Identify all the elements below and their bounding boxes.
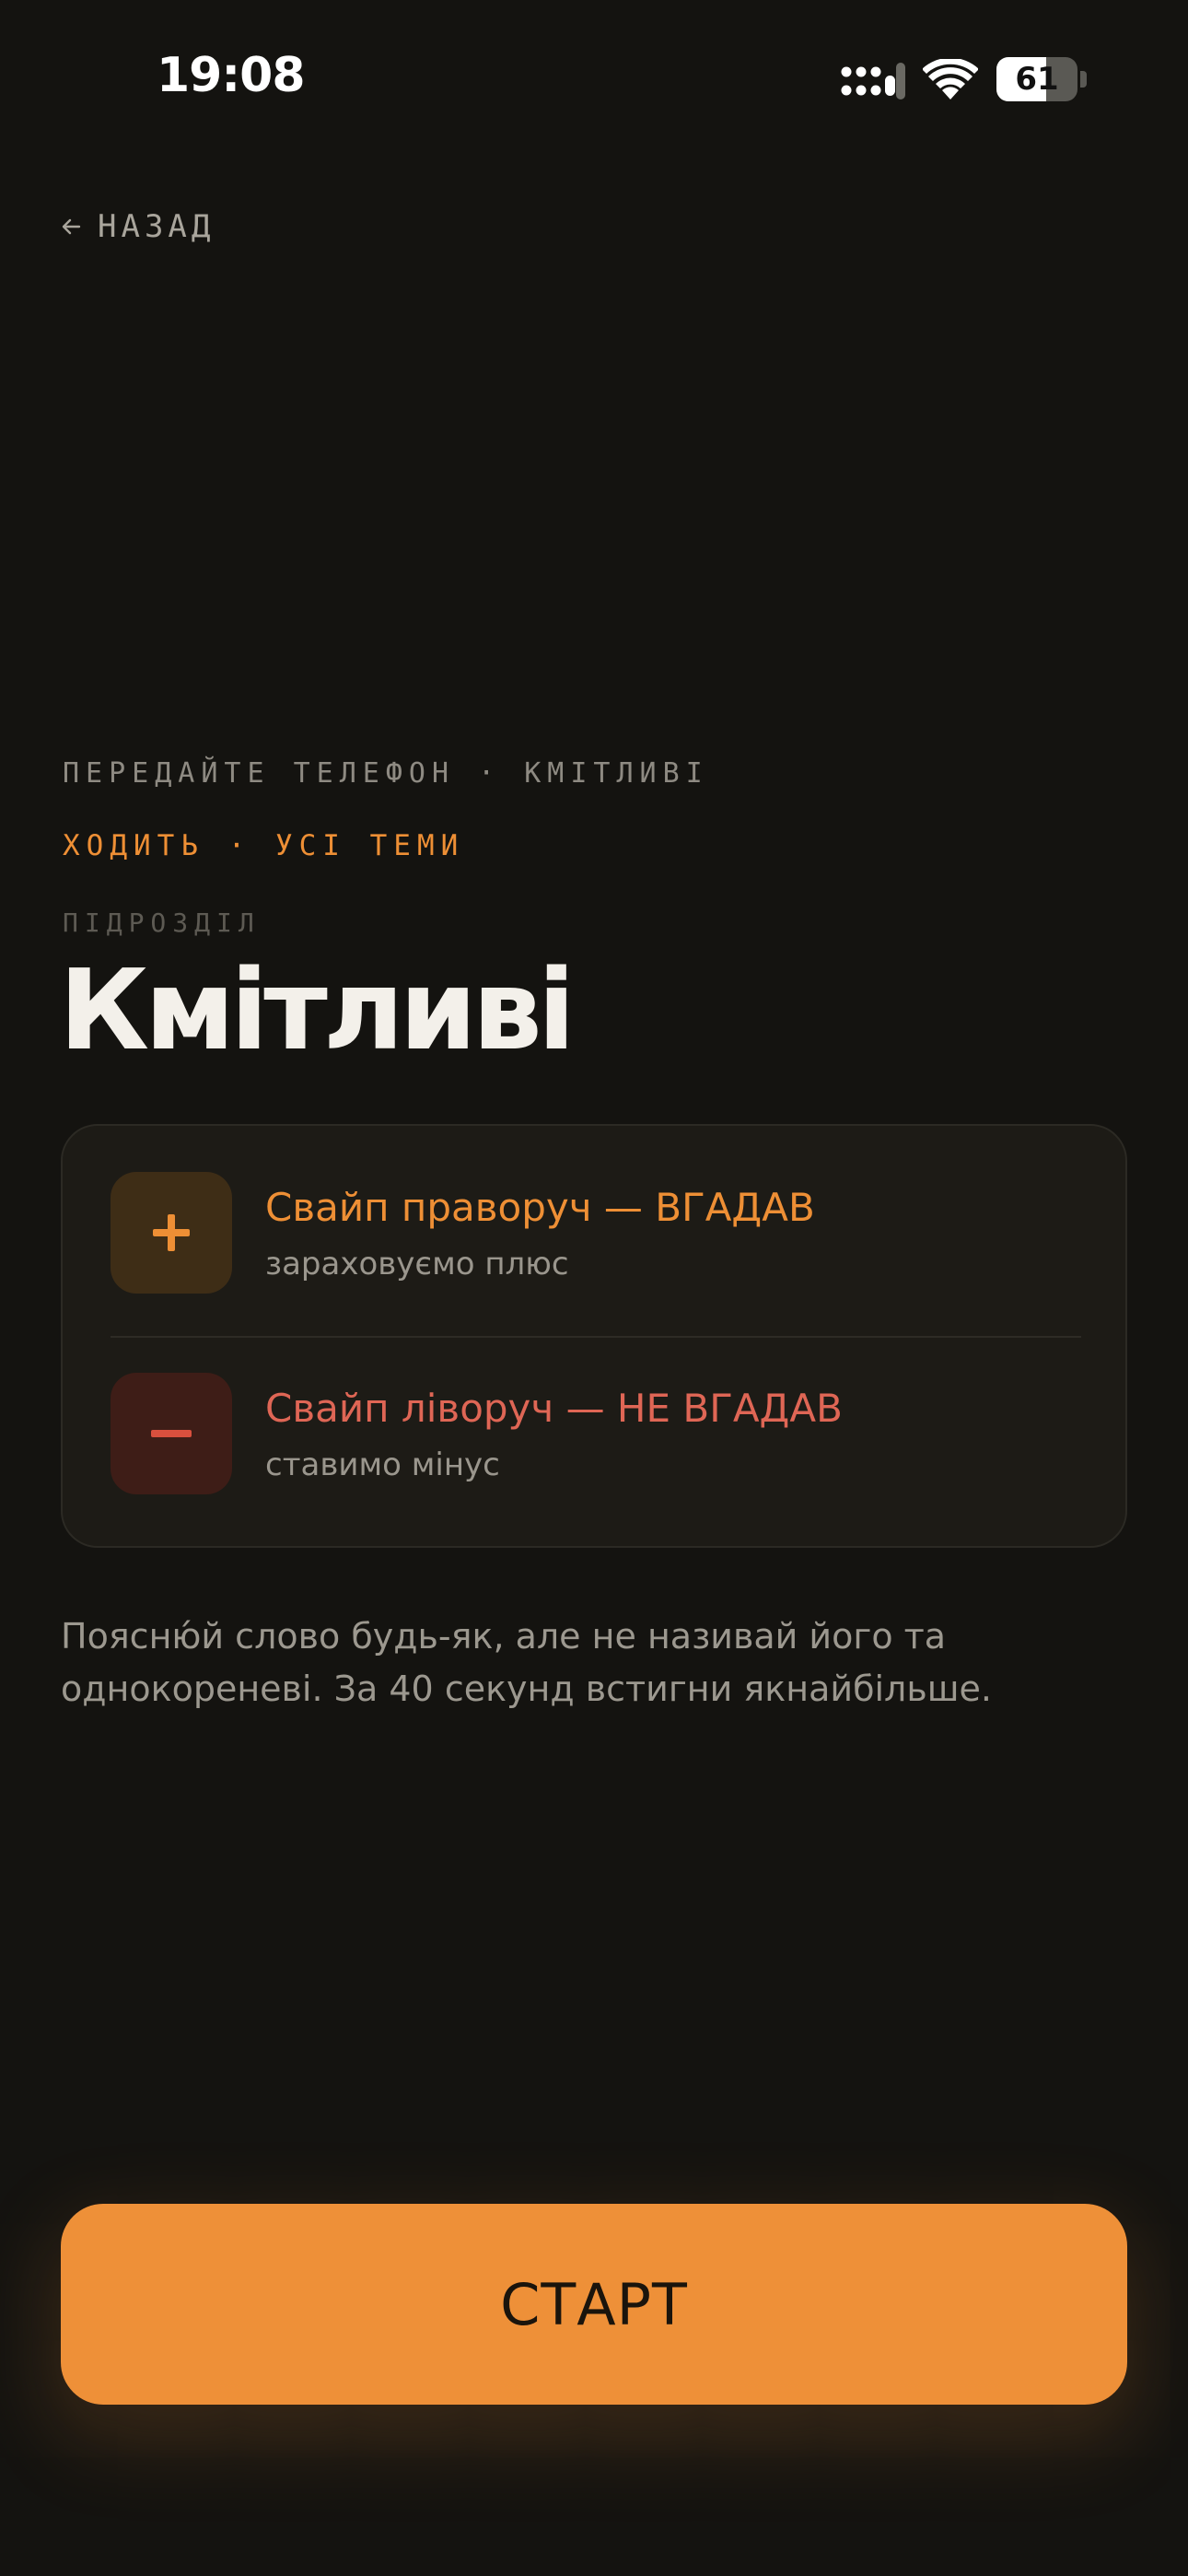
back-label: НАЗАД (98, 208, 215, 245)
turn-line: ХОДИТЬ · УСІ ТЕМИ (63, 829, 465, 862)
rules-card: Свайп праворуч — ВГАДАВ зараховуємо плюс… (61, 1124, 1127, 1548)
rule-swipe-right: Свайп праворуч — ВГАДАВ зараховуємо плюс (111, 1172, 1081, 1294)
signal-icon (841, 63, 905, 100)
status-time: 19:08 (157, 48, 306, 103)
page-title: Кмітливі (59, 947, 576, 1075)
rule-divider (111, 1336, 1081, 1338)
start-button[interactable]: СТАРТ (61, 2204, 1127, 2405)
arrow-left-icon (62, 218, 81, 235)
pass-phone-line: ПЕРЕДАЙТЕ ТЕЛЕФОН · КМІТЛИВІ (63, 757, 709, 790)
minus-icon (151, 1430, 192, 1437)
minus-badge (111, 1373, 232, 1494)
battery-body: 61 (996, 57, 1077, 101)
game-description: Поясню́й слово будь-як, але не називай й… (61, 1616, 992, 1709)
rule-plus-subtitle: зараховуємо плюс (265, 1246, 569, 1282)
back-button[interactable]: НАЗАД (61, 208, 215, 245)
plus-icon (153, 1214, 190, 1251)
battery-icon: 61 (996, 57, 1089, 101)
battery-cap (1080, 71, 1087, 88)
rule-swipe-left: Свайп ліворуч — НЕ ВГАДАВ ставимо мінус (111, 1373, 1081, 1494)
rule-minus-title: Свайп ліворуч — НЕ ВГАДАВ (265, 1386, 843, 1431)
wifi-icon (923, 59, 978, 100)
subdivision-label: ПІДРОЗДІЛ (63, 907, 261, 938)
rule-minus-subtitle: ставимо мінус (265, 1446, 500, 1483)
rule-plus-title: Свайп праворуч — ВГАДАВ (265, 1185, 815, 1230)
status-bar: 19:08 61 (0, 0, 1188, 157)
plus-badge (111, 1172, 232, 1294)
battery-level: 61 (1015, 61, 1059, 98)
